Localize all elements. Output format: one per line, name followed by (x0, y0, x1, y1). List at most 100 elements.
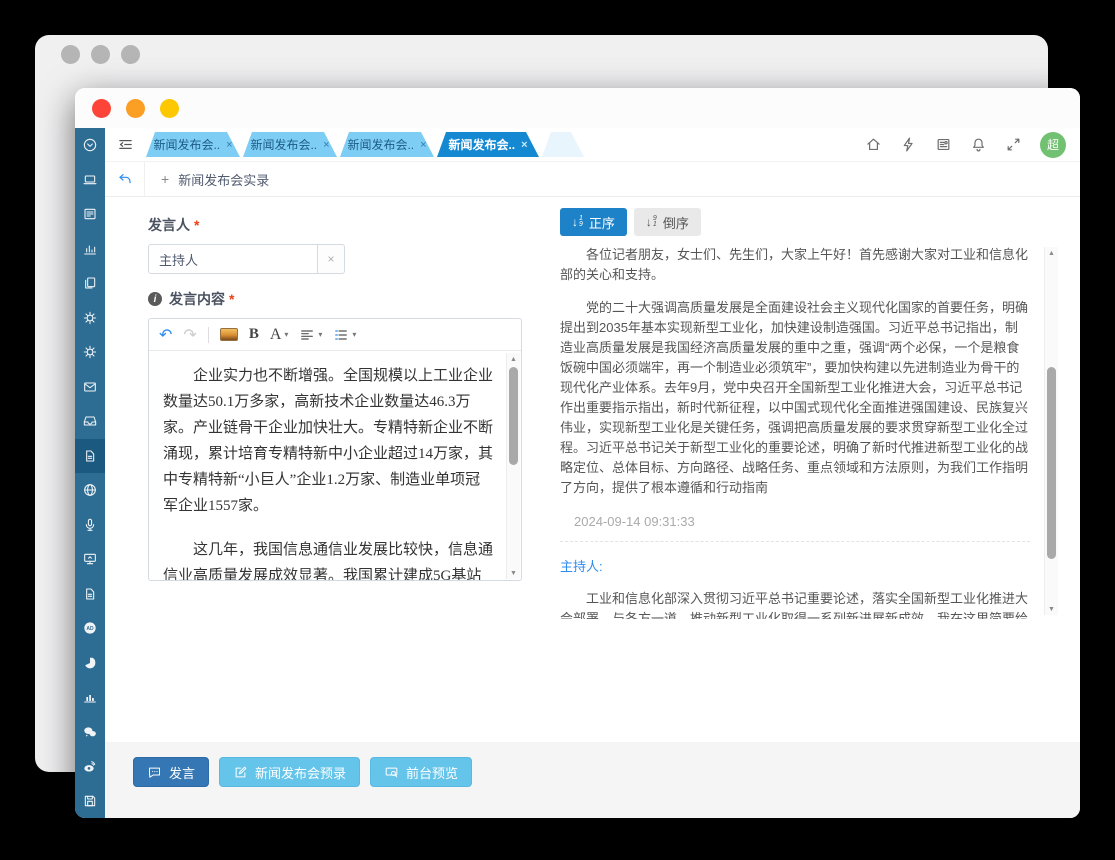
breadcrumb-row: + 新闻发布会实录 (105, 162, 1080, 197)
clear-speaker-button[interactable]: × (317, 244, 345, 274)
window-dot (121, 45, 140, 64)
editor-toolbar: ↶ ↷ B A▾ ▾ ▾ (149, 319, 521, 351)
sidebar-item-save[interactable] (75, 784, 105, 819)
minimize-window-button[interactable] (126, 99, 145, 118)
window-titlebar (75, 88, 1080, 128)
home-icon[interactable] (865, 136, 882, 153)
undo-icon[interactable]: ↶ (159, 325, 172, 345)
entry-speaker-label: 主持人: (560, 556, 1030, 575)
chat-bubble-icon (147, 765, 162, 780)
speak-button[interactable]: 发言 (133, 757, 209, 787)
sidebar-item-news[interactable] (75, 197, 105, 232)
sidebar-item-wechat[interactable] (75, 715, 105, 750)
news-log-icon[interactable] (935, 136, 952, 153)
tab-label: 新闻发布会.. (153, 136, 220, 153)
transcript-scrollbar[interactable]: ▲ ▼ (1044, 247, 1058, 615)
topbar-icons: 超 (865, 132, 1066, 158)
sidebar-item-document[interactable] (75, 577, 105, 612)
sidebar-item-workspace[interactable] (75, 163, 105, 198)
sort-asc-label: 正序 (589, 213, 615, 232)
plus-icon: + (161, 171, 169, 187)
preview-icon (384, 765, 399, 780)
close-icon[interactable]: × (521, 139, 527, 151)
transcript-panel[interactable]: 各位记者朋友，女士们、先生们，大家上午好！首先感谢大家对工业和信息化部的关心和支… (560, 245, 1058, 619)
app-frame: 新闻发布会.. × 新闻发布会.. × 新闻发布会.. × 新闻发布会.. (75, 128, 1080, 818)
back-button[interactable] (105, 162, 145, 196)
scroll-up-icon[interactable]: ▲ (507, 353, 520, 365)
editor-scrollbar[interactable]: ▲ ▼ (506, 353, 520, 579)
sidebar-item-globe[interactable] (75, 473, 105, 508)
tab-label: 新闻发布会.. (448, 136, 515, 153)
background-window-dots (61, 45, 140, 64)
scrollbar-thumb[interactable] (509, 367, 518, 465)
editor-paragraph: 这几年，我国信息通信业发展比较快，信息通信业高质量发展成效显著。我国累计建成5G… (163, 537, 493, 580)
sidebar-item-weibo[interactable] (75, 749, 105, 784)
ordered-list-icon[interactable]: ▾ (333, 327, 356, 343)
close-icon[interactable]: × (226, 139, 232, 151)
rich-text-editor: ↶ ↷ B A▾ ▾ ▾ 企业实力也不断增强。全国规模以上工业企业数量达50.1 (148, 318, 522, 581)
sidebar-item-pie-stats[interactable] (75, 646, 105, 681)
desktop-background: 新闻发布会.. × 新闻发布会.. × 新闻发布会.. × 新闻发布会.. (0, 0, 1115, 860)
close-icon[interactable]: × (323, 139, 329, 151)
editor-paragraph: 企业实力也不断增强。全国规模以上工业企业数量达50.1万多家，高新技术企业数量达… (163, 363, 493, 519)
action-footer: 发言 新闻发布会预录 前台预览 (105, 742, 1080, 818)
sidebar (75, 128, 105, 818)
sidebar-item-screen-share[interactable] (75, 542, 105, 577)
bold-icon[interactable]: B (249, 326, 259, 343)
chevron-down-icon: ▾ (352, 330, 356, 339)
zoom-window-button[interactable] (160, 99, 179, 118)
sidebar-item-ads[interactable] (75, 611, 105, 646)
tab-news-conference-2[interactable]: 新闻发布会.. × (243, 132, 337, 157)
menu-fold-icon[interactable] (117, 136, 134, 153)
sidebar-item-inbox[interactable] (75, 404, 105, 439)
sort-desc-label: 倒序 (663, 213, 689, 232)
sidebar-item-statistics[interactable] (75, 680, 105, 715)
editor-content[interactable]: 企业实力也不断增强。全国规模以上工业企业数量达50.1万多家，高新技术企业数量达… (149, 352, 521, 580)
transcript-paragraph: 工业和信息化部深入贯彻习近平总书记重要论述，落实全国新型工业化推进大会部署，与各… (560, 589, 1030, 619)
sort-descending-button[interactable]: ↓ 91 倒序 (634, 208, 701, 236)
speaker-input[interactable]: 主持人 (148, 244, 318, 274)
breadcrumb: + 新闻发布会实录 (161, 170, 269, 189)
sidebar-item-collapse[interactable] (75, 128, 105, 163)
sort-numeric-desc-icon: ↓ 91 (646, 216, 657, 229)
frontend-preview-button[interactable]: 前台预览 (370, 757, 472, 787)
reply-arrow-icon (117, 171, 133, 187)
bolt-icon[interactable] (900, 136, 917, 153)
sidebar-item-audio[interactable] (75, 508, 105, 543)
scrollbar-thumb[interactable] (1047, 367, 1056, 559)
close-window-button[interactable] (92, 99, 111, 118)
align-icon[interactable]: ▾ (299, 327, 322, 343)
sort-ascending-button[interactable]: ↓ 19 正序 (560, 208, 627, 236)
sidebar-item-copy[interactable] (75, 266, 105, 301)
scroll-down-icon[interactable]: ▼ (1045, 603, 1058, 615)
chevron-down-icon: ▾ (318, 330, 322, 339)
info-icon: i (148, 292, 162, 306)
tab-news-conference-1[interactable]: 新闻发布会.. × (146, 132, 240, 157)
sidebar-item-mail[interactable] (75, 370, 105, 405)
insert-image-icon[interactable] (220, 328, 238, 341)
font-color-icon[interactable]: A▾ (270, 326, 289, 344)
tab-news-conference-4-active[interactable]: 新闻发布会.. × (437, 132, 539, 157)
close-icon[interactable]: × (420, 139, 426, 151)
bell-icon[interactable] (970, 136, 987, 153)
sidebar-item-settings-1[interactable] (75, 301, 105, 336)
tab-label: 新闻发布会.. (250, 136, 317, 153)
sidebar-item-press-conference[interactable] (75, 439, 105, 474)
fullscreen-icon[interactable] (1005, 136, 1022, 153)
entry-timestamp: 2024-09-14 09:31:33 (560, 514, 1030, 529)
sort-controls: ↓ 19 正序 ↓ 91 倒序 (560, 208, 701, 236)
scroll-up-icon[interactable]: ▲ (1045, 247, 1058, 259)
redo-icon[interactable]: ↷ (183, 325, 196, 345)
sort-numeric-asc-icon: ↓ 19 (572, 216, 583, 229)
avatar[interactable]: 超 (1040, 132, 1066, 158)
speaker-field-label: 发言人* (148, 215, 522, 235)
speaker-input-row: 主持人 × (148, 244, 522, 274)
required-mark: * (229, 291, 234, 307)
sidebar-item-settings-2[interactable] (75, 335, 105, 370)
tab-news-conference-3[interactable]: 新闻发布会.. × (340, 132, 434, 157)
window-dot (61, 45, 80, 64)
scroll-down-icon[interactable]: ▼ (507, 567, 520, 579)
transcript-paragraph: 各位记者朋友，女士们、先生们，大家上午好！首先感谢大家对工业和信息化部的关心和支… (560, 245, 1030, 285)
prerecord-button[interactable]: 新闻发布会预录 (219, 757, 360, 787)
sidebar-item-analytics[interactable] (75, 232, 105, 267)
